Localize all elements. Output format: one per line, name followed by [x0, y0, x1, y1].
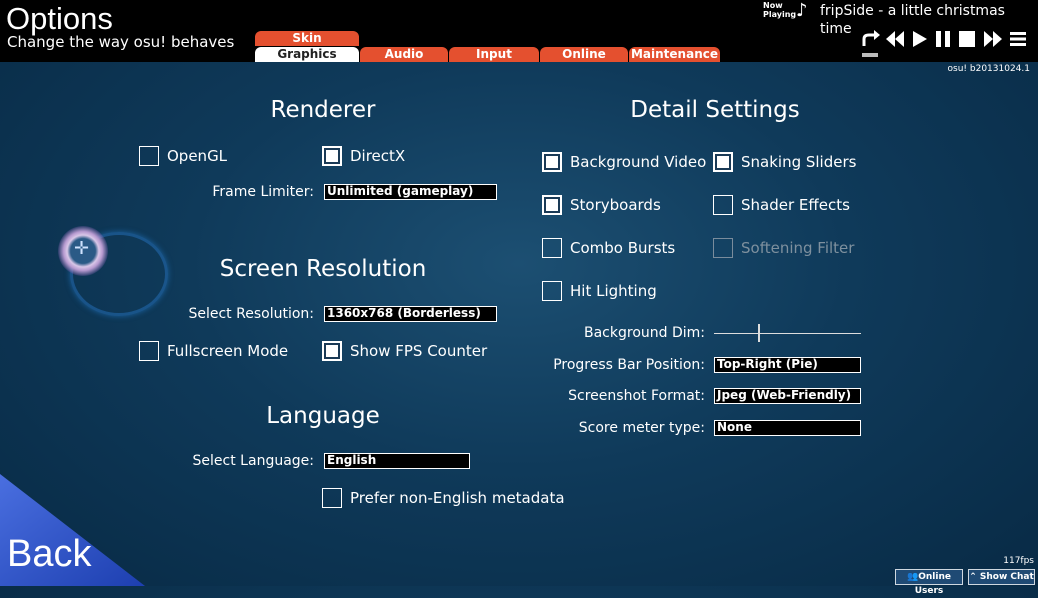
storyboards-label[interactable]: Storyboards	[570, 195, 661, 215]
detail-settings-title: Detail Settings	[630, 97, 800, 123]
screenshot-format-dropdown[interactable]: Jpeg (Web-Friendly)	[714, 388, 861, 404]
show-chat-label: Show Chat	[979, 572, 1034, 582]
tab-audio[interactable]: Audio	[360, 47, 448, 62]
opengl-checkbox[interactable]	[139, 146, 159, 166]
now-playing-line2: Playing	[763, 10, 797, 19]
hit-lighting-checkbox[interactable]	[542, 281, 562, 301]
screenshot-format-label: Screenshot Format:	[568, 388, 705, 404]
storyboards-checkbox[interactable]	[542, 195, 562, 215]
previous-icon[interactable]	[884, 28, 906, 50]
progress-bar-position-dropdown[interactable]: Top-Right (Pie)	[714, 357, 861, 373]
tab-input[interactable]: Input	[449, 47, 539, 62]
music-note-icon: ♪	[796, 0, 808, 21]
background-video-checkbox[interactable]	[542, 152, 562, 172]
hit-lighting-label[interactable]: Hit Lighting	[570, 281, 657, 301]
frame-limiter-dropdown[interactable]: Unlimited (gameplay)	[324, 184, 497, 200]
resolution-dropdown[interactable]: 1360x768 (Borderless)	[324, 306, 497, 322]
users-icon: 👥	[907, 572, 919, 582]
online-users-label: Online Users	[914, 572, 951, 596]
page-subtitle: Change the way osu! behaves	[7, 33, 235, 51]
menu-icon[interactable]	[1007, 28, 1029, 50]
background-dim-slider-knob[interactable]	[758, 324, 760, 342]
score-meter-label: Score meter type:	[578, 420, 705, 436]
fps-counter-label[interactable]: Show FPS Counter	[350, 341, 487, 361]
directx-checkbox[interactable]	[322, 146, 342, 166]
softening-filter-checkbox	[713, 238, 733, 258]
tab-maintenance[interactable]: Maintenance	[629, 47, 720, 62]
background-dim-slider-track[interactable]	[714, 333, 861, 334]
version-label: osu! b20131024.1	[947, 64, 1030, 74]
score-meter-dropdown[interactable]: None	[714, 420, 861, 436]
fps-display: 117fps	[1003, 556, 1034, 566]
now-playing-label: Now Playing	[763, 1, 796, 19]
chevron-up-icon: ⌃	[969, 572, 980, 582]
opengl-label[interactable]: OpenGL	[167, 146, 227, 166]
now-playing-line1: Now	[763, 1, 783, 10]
fullscreen-label[interactable]: Fullscreen Mode	[167, 341, 288, 361]
random-icon[interactable]	[860, 28, 882, 50]
tab-online[interactable]: Online	[540, 47, 628, 62]
shader-effects-label[interactable]: Shader Effects	[741, 195, 850, 215]
resolution-title: Screen Resolution	[219, 256, 427, 282]
snaking-sliders-checkbox[interactable]	[713, 152, 733, 172]
background-video-label[interactable]: Background Video	[570, 152, 706, 172]
stop-icon[interactable]	[956, 28, 978, 50]
snaking-sliders-label[interactable]: Snaking Sliders	[741, 152, 856, 172]
background-dim-label: Background Dim:	[584, 325, 705, 341]
back-label[interactable]: Back	[7, 532, 91, 576]
prefer-non-english-label[interactable]: Prefer non-English metadata	[350, 488, 565, 508]
fps-counter-checkbox[interactable]	[322, 341, 342, 361]
online-users-button[interactable]: 👥Online Users	[895, 569, 963, 596]
tab-skin[interactable]: Skin	[255, 31, 359, 46]
language-dropdown[interactable]: English	[324, 453, 470, 469]
combo-bursts-checkbox[interactable]	[542, 238, 562, 258]
directx-label[interactable]: DirectX	[350, 146, 405, 166]
top-bar: Options Change the way osu! behaves Skin…	[0, 0, 1038, 62]
resolution-label: Select Resolution:	[188, 306, 314, 322]
language-title: Language	[266, 403, 380, 429]
language-label: Select Language:	[192, 453, 314, 469]
play-icon[interactable]	[908, 28, 930, 50]
pause-icon[interactable]	[932, 28, 954, 50]
progress-bar-position-label: Progress Bar Position:	[553, 357, 705, 373]
frame-limiter-label: Frame Limiter:	[212, 184, 314, 200]
next-icon[interactable]	[982, 28, 1004, 50]
show-chat-button[interactable]: ⌃ Show Chat	[968, 569, 1035, 585]
tab-graphics[interactable]: Graphics	[255, 47, 359, 62]
prefer-non-english-checkbox[interactable]	[322, 488, 342, 508]
shader-effects-checkbox[interactable]	[713, 195, 733, 215]
combo-bursts-label[interactable]: Combo Bursts	[570, 238, 675, 258]
song-progress[interactable]	[862, 53, 878, 57]
fullscreen-checkbox[interactable]	[139, 341, 159, 361]
cursor-plus-icon: ✛	[74, 238, 90, 259]
renderer-title: Renderer	[270, 97, 376, 123]
softening-filter-label: Softening Filter	[741, 239, 855, 257]
